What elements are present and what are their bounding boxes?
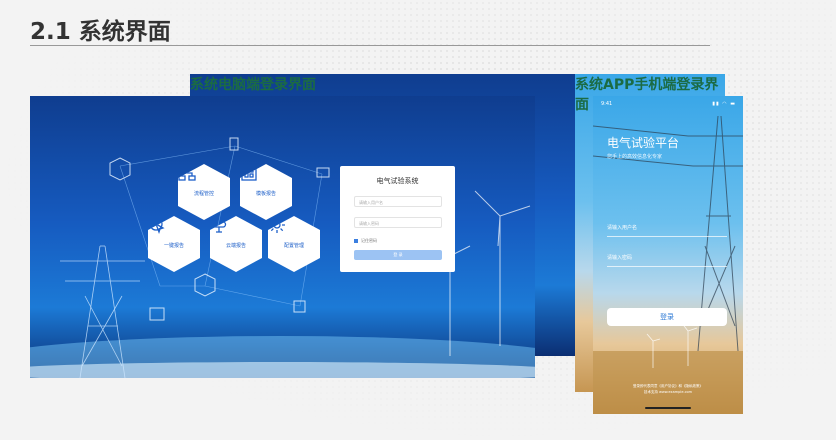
title-divider [30,45,710,46]
pc-password-input[interactable]: 请输入密码 [354,217,442,228]
app-footer: 登录即代表同意《用户协议》和《隐私政策》 技术支持 www.example.co… [603,383,733,395]
module-label: 一键报告 [163,243,184,249]
module-label: 流程管控 [193,191,214,197]
remember-label: 记住密码 [361,238,377,243]
app-login-screenshot: 9:41 ▮▮ ◠ ▬ 电气试验平台 您手上的高效信息化专家 请输入用户名 请输… [593,96,743,414]
pc-login-form: 电气试验系统 请输入用户名 请输入密码 记住密码 登 录 [340,166,455,272]
page-title: 2.1 系统界面 [30,19,171,45]
pc-username-input[interactable]: 请输入用户名 [354,196,442,207]
app-username-input[interactable]: 请输入用户名 [607,224,727,237]
pc-login-screenshot: 流程管控 模板报告 一键报告 云端报告 配置管理 电气试验系统 请输入用户名 请… [30,96,535,378]
app-title: 电气试验平台 [607,136,680,150]
checkbox-icon [354,239,358,243]
app-subtitle: 您手上的高效信息化专家 [607,154,663,160]
app-password-input[interactable]: 请输入密码 [607,254,727,267]
pc-login-title: 电气试验系统 [376,177,419,185]
app-login-button[interactable]: 登录 [607,308,727,326]
module-label: 配置管理 [283,243,304,249]
module-label: 模板报告 [255,191,276,197]
module-label: 云端报告 [225,243,246,249]
home-indicator [645,407,691,409]
app-footer-line2: 技术支持 www.example.com [643,390,693,394]
status-icons: ▮▮ ◠ ▬ [712,101,736,107]
pc-login-button[interactable]: 登 录 [354,250,442,260]
status-time: 9:41 [601,101,613,107]
pc-remember-checkbox[interactable]: 记住密码 [354,238,377,244]
